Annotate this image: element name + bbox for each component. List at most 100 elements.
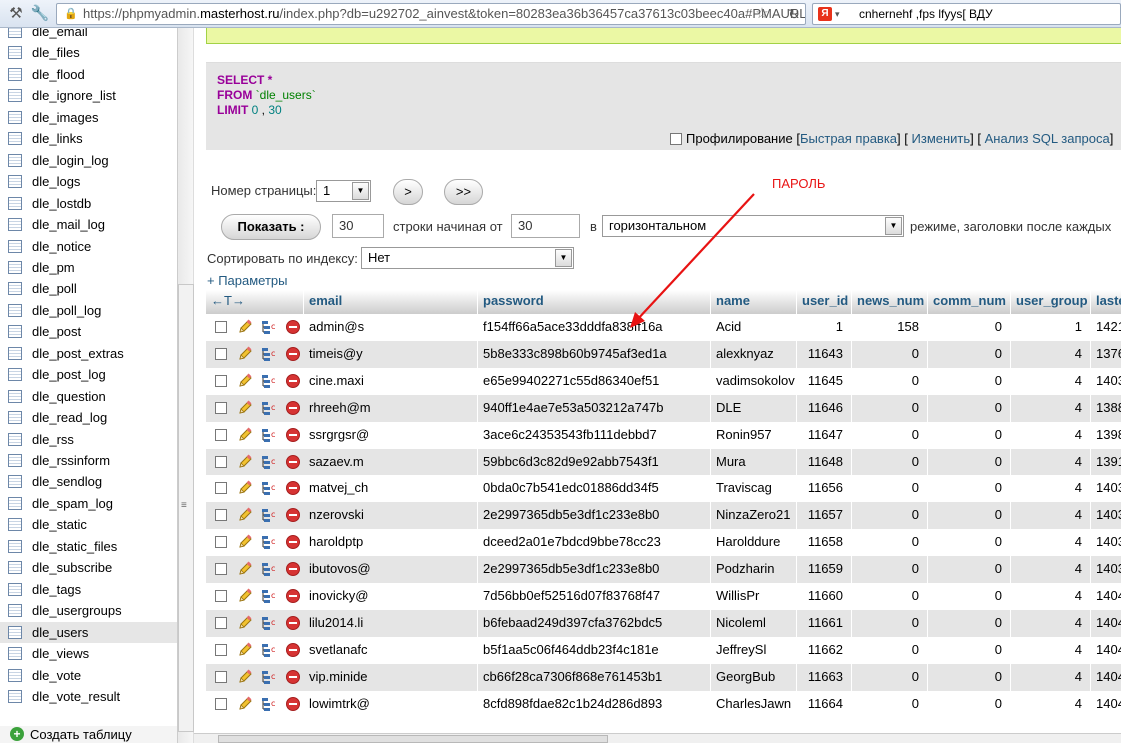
row-checkbox[interactable] [215, 401, 227, 414]
edit-pencil-icon[interactable] [237, 480, 253, 496]
table-icon[interactable] [8, 647, 22, 661]
copy-row-icon[interactable]: c [261, 696, 277, 712]
table-icon[interactable] [8, 28, 22, 38]
table-icon[interactable] [8, 496, 22, 510]
sidebar-item-dle-ignore-list[interactable]: dle_ignore_list [0, 85, 177, 106]
copy-row-icon[interactable]: c [261, 480, 277, 496]
copy-row-icon[interactable]: c [261, 507, 277, 523]
delete-row-icon[interactable] [286, 589, 300, 603]
column-header-name[interactable]: name [711, 290, 797, 314]
profiling-checkbox[interactable] [670, 133, 682, 145]
delete-row-icon[interactable] [286, 535, 300, 550]
delete-row-icon[interactable] [286, 615, 300, 630]
rows-count-input[interactable]: 30 [332, 214, 384, 238]
delete-row-icon[interactable] [286, 427, 300, 442]
table-icon[interactable] [8, 518, 22, 532]
parameters-link[interactable]: + Параметры [207, 273, 288, 288]
copy-row-icon[interactable]: c [261, 534, 277, 550]
copy-row-icon[interactable]: c [261, 669, 277, 685]
table-icon[interactable] [8, 582, 22, 596]
next-page-button[interactable]: > [393, 179, 423, 205]
edit-pencil-icon[interactable] [237, 669, 253, 685]
copy-row-icon[interactable]: c [261, 400, 277, 416]
table-icon[interactable] [8, 432, 22, 446]
table-icon[interactable] [8, 196, 22, 210]
table-icon[interactable] [8, 218, 22, 232]
table-icon[interactable] [8, 325, 22, 339]
show-button[interactable]: Показать : [221, 214, 321, 240]
copy-row-icon[interactable]: c [261, 373, 277, 389]
wrench-icon[interactable]: 🔧 [30, 4, 50, 24]
sidebar-item-dle-login-log[interactable]: dle_login_log [0, 150, 177, 171]
table-icon[interactable] [8, 454, 22, 467]
column-header-user-group[interactable]: user_group [1011, 290, 1091, 314]
table-icon[interactable] [8, 46, 22, 60]
column-header-password[interactable]: password [478, 290, 711, 314]
copy-row-icon[interactable]: c [261, 615, 277, 631]
sidebar-item-dle-logs[interactable]: dle_logs [0, 171, 177, 192]
edit-pencil-icon[interactable] [237, 454, 253, 470]
sidebar-item-dle-files[interactable]: dle_files [0, 42, 177, 63]
start-row-input[interactable]: 30 [511, 214, 580, 238]
display-mode-select[interactable]: горизонтальном ▼ [602, 215, 904, 237]
delete-row-icon[interactable] [286, 696, 300, 711]
row-checkbox[interactable] [215, 509, 227, 522]
edit-pencil-icon[interactable] [237, 561, 253, 577]
copy-row-icon[interactable]: c [261, 319, 277, 335]
splitter-grip-icon[interactable]: ≡ [181, 500, 187, 511]
edit-pencil-icon[interactable] [237, 400, 253, 416]
row-checkbox[interactable] [215, 697, 227, 710]
sidebar-item-dle-question[interactable]: dle_question [0, 386, 177, 407]
row-checkbox[interactable] [215, 347, 227, 360]
delete-row-icon[interactable] [286, 562, 300, 577]
sidebar-item-dle-post[interactable]: dle_post [0, 321, 177, 342]
table-icon[interactable] [8, 260, 22, 274]
row-checkbox[interactable] [215, 321, 227, 333]
edit-pencil-icon[interactable] [237, 588, 253, 604]
column-header-user-id[interactable]: user_id [797, 290, 852, 314]
sidebar-item-dle-static-files[interactable]: dle_static_files [0, 536, 177, 557]
sidebar-item-dle-read-log[interactable]: dle_read_log [0, 407, 177, 428]
row-checkbox[interactable] [215, 643, 227, 656]
create-table-link[interactable]: + Создать таблицу [0, 726, 177, 743]
sidebar-item-dle-usergroups[interactable]: dle_usergroups [0, 600, 177, 621]
sidebar-item-dle-post-log[interactable]: dle_post_log [0, 364, 177, 385]
sidebar-item-dle-poll[interactable]: dle_poll [0, 278, 177, 299]
edit-pencil-icon[interactable] [237, 346, 253, 362]
page-number-select[interactable]: 1 ▼ [316, 180, 371, 202]
scrollbar-thumb[interactable] [218, 735, 608, 743]
copy-row-icon[interactable]: c [261, 642, 277, 658]
table-icon[interactable] [8, 239, 22, 253]
sidebar-item-dle-links[interactable]: dle_links [0, 128, 177, 149]
table-icon[interactable] [8, 689, 22, 703]
delete-row-icon[interactable] [286, 481, 300, 496]
sidebar-item-dle-vote[interactable]: dle_vote [0, 665, 177, 686]
row-checkbox[interactable] [215, 374, 227, 387]
sort-index-select[interactable]: Нет ▼ [361, 247, 574, 269]
sidebar-item-dle-notice[interactable]: dle_notice [0, 236, 177, 257]
sidebar-item-dle-vote-result[interactable]: dle_vote_result [0, 686, 177, 707]
sidebar-item-dle-poll-log[interactable]: dle_poll_log [0, 300, 177, 321]
delete-row-icon[interactable] [286, 454, 300, 469]
row-checkbox[interactable] [215, 428, 227, 441]
sidebar-item-dle-tags[interactable]: dle_tags [0, 579, 177, 600]
tools-icon[interactable]: ⚒ [6, 4, 26, 24]
table-icon[interactable] [8, 389, 22, 403]
address-bar[interactable]: 🔒 https://phpmyadmin.masterhost.ru/index.… [56, 3, 806, 25]
sidebar-item-dle-pm[interactable]: dle_pm [0, 257, 177, 278]
column-header-email[interactable]: email [304, 290, 478, 314]
row-checkbox[interactable] [215, 590, 227, 602]
column-header-laste[interactable]: laste [1091, 290, 1121, 314]
bookmark-star-icon[interactable]: ☆ [752, 3, 772, 25]
row-checkbox[interactable] [215, 670, 227, 683]
edit-pencil-icon[interactable] [237, 373, 253, 389]
horizontal-scrollbar[interactable] [194, 733, 1121, 743]
delete-row-icon[interactable] [286, 346, 300, 361]
delete-row-icon[interactable] [286, 400, 300, 415]
table-icon[interactable] [8, 411, 22, 425]
edit-pencil-icon[interactable] [237, 534, 253, 550]
row-checkbox[interactable] [215, 536, 227, 549]
sidebar-item-dle-lostdb[interactable]: dle_lostdb [0, 193, 177, 214]
sidebar-item-dle-email[interactable]: dle_email [0, 28, 177, 42]
table-icon[interactable] [8, 153, 22, 167]
